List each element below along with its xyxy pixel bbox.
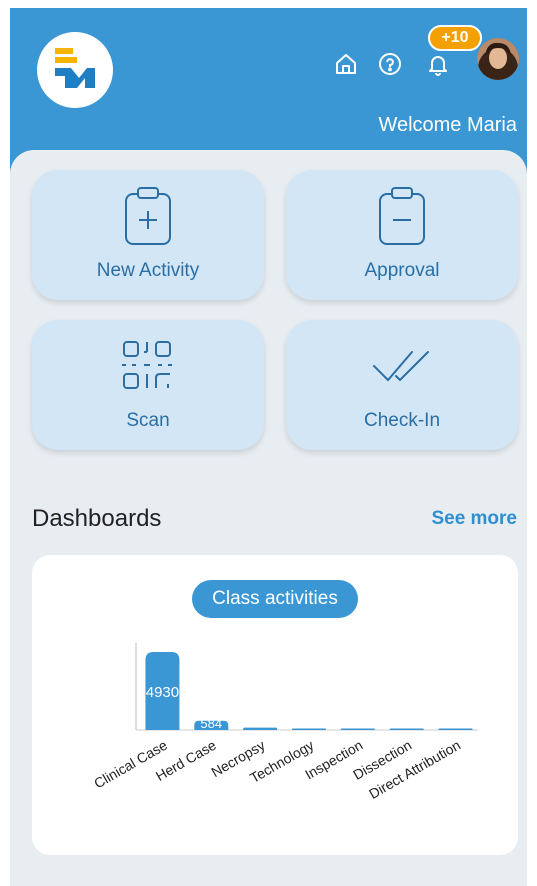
check-in-button[interactable]: Check-In: [286, 320, 518, 450]
x-tick-label: Clinical Case: [91, 737, 170, 792]
app-logo[interactable]: [37, 32, 113, 108]
approval-label: Approval: [364, 260, 440, 281]
bar-direct-attribution[interactable]: [438, 728, 473, 731]
chart-title: Class activities: [192, 580, 358, 618]
bell-icon[interactable]: [424, 50, 452, 78]
scan-button[interactable]: Scan: [32, 320, 264, 450]
data-label: 4930: [146, 684, 179, 701]
bar-technology[interactable]: [292, 728, 326, 731]
help-icon[interactable]: [376, 50, 404, 78]
bar-dissection[interactable]: [389, 728, 424, 731]
content-panel: New Activity Approval Scan Check-In Dash…: [10, 150, 527, 886]
notification-badge: +10: [428, 25, 482, 51]
clipboard-plus-icon: [123, 186, 173, 246]
see-more-link[interactable]: See more: [431, 508, 517, 530]
double-check-icon: [370, 336, 434, 396]
app-screen: +10 Welcome Maria New Activity Approval …: [10, 8, 527, 886]
qr-scan-icon: [120, 336, 176, 396]
dashboards-title: Dashboards: [32, 505, 162, 532]
bar-necropsy[interactable]: [243, 727, 278, 730]
chart-card: 4930 Clinical Case 584 Herd Case Necropsy Tec…: [32, 555, 518, 855]
check-in-label: Check-In: [363, 410, 441, 431]
bar-inspection[interactable]: [340, 728, 375, 731]
new-activity-label: New Activity: [96, 260, 200, 281]
scan-label: Scan: [126, 410, 170, 431]
approval-button[interactable]: Approval: [286, 170, 518, 300]
new-activity-button[interactable]: New Activity: [32, 170, 264, 300]
welcome-text: Welcome Maria: [378, 114, 517, 136]
home-icon[interactable]: [332, 50, 360, 78]
data-label: 584: [200, 716, 222, 731]
clipboard-minus-icon: [377, 186, 427, 246]
avatar[interactable]: [477, 38, 519, 80]
header: +10 Welcome Maria: [10, 8, 527, 168]
